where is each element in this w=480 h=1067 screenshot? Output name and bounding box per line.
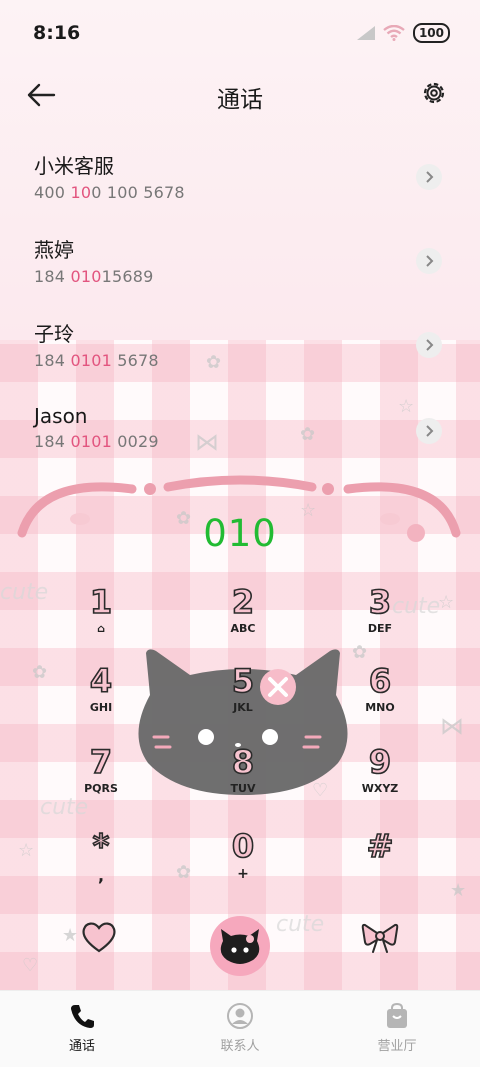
key-hash[interactable]: #	[335, 827, 425, 898]
heart-icon[interactable]	[80, 920, 118, 954]
contact-name: 燕婷	[34, 238, 74, 262]
call-log-item[interactable]: 小米客服 400 100 100 5678	[34, 150, 444, 220]
cat-call-icon	[220, 929, 260, 964]
star-decoration-icon: ☆	[438, 592, 455, 613]
heart-decoration-icon: ♡	[22, 955, 39, 976]
key-4[interactable]: 4 GHI	[56, 662, 146, 733]
call-log-item[interactable]: 燕婷 184 01015689	[34, 234, 444, 304]
battery-indicator: 100	[412, 23, 450, 43]
star-decoration-icon: ★	[450, 880, 467, 901]
key-6[interactable]: 6 MNO	[335, 662, 425, 733]
cute-decoration-text: cute	[276, 912, 325, 937]
contact-name: 子玲	[34, 322, 74, 346]
details-chevron-icon[interactable]	[416, 248, 442, 274]
call-log-item[interactable]: 子玲 184 0101 5678	[34, 318, 444, 388]
details-chevron-icon[interactable]	[416, 418, 442, 444]
dial-input-display: 010	[203, 512, 277, 555]
cute-decoration-text: cute	[0, 580, 49, 605]
phone-number: 400 100 100 5678	[34, 183, 185, 202]
page-title: 通话	[217, 87, 263, 113]
phone-number: 184 0101 0029	[34, 432, 159, 451]
nav-tab-store[interactable]: 营业厅	[352, 1001, 442, 1054]
phone-icon	[71, 1005, 94, 1028]
status-time: 8:16	[33, 22, 81, 44]
details-chevron-icon[interactable]	[416, 164, 442, 190]
key-5[interactable]: 5 JKL	[198, 662, 288, 733]
bow-icon[interactable]	[361, 920, 399, 954]
wifi-icon	[383, 25, 405, 41]
bow-decoration-icon: ⋈	[440, 712, 464, 740]
details-chevron-icon[interactable]	[416, 332, 442, 358]
phone-number: 184 01015689	[34, 267, 154, 286]
star-decoration-icon: ★	[62, 925, 79, 946]
bottom-navigation: 通话 联系人 营业厅	[0, 990, 480, 1067]
status-icons: 100	[356, 23, 450, 43]
signal-icon	[356, 26, 375, 40]
paw-decoration-icon: ✿	[32, 662, 48, 683]
nav-tab-calls[interactable]: 通话	[37, 1001, 127, 1054]
paw-decoration-icon: ✿	[176, 862, 192, 883]
store-icon	[387, 1002, 407, 1028]
call-button[interactable]	[210, 916, 270, 976]
contact-name: 小米客服	[34, 154, 114, 178]
key-0[interactable]: 0 +	[198, 827, 288, 898]
phone-number: 184 0101 5678	[34, 351, 159, 370]
contact-icon	[227, 1003, 253, 1029]
contact-name: Jason	[34, 404, 88, 428]
voicemail-icon: ⌂	[97, 622, 105, 635]
key-3[interactable]: 3 DEF	[335, 583, 425, 654]
call-log-item[interactable]: Jason 184 0101 0029	[34, 404, 444, 474]
key-7[interactable]: 7 PQRS	[56, 743, 146, 814]
key-1[interactable]: 1 ⌂	[56, 583, 146, 654]
key-2[interactable]: 2 ABC	[198, 583, 288, 654]
star-decoration-icon: ☆	[18, 840, 35, 861]
nav-tab-contacts[interactable]: 联系人	[195, 1001, 285, 1054]
key-8[interactable]: 8 TUV	[198, 743, 288, 814]
key-9[interactable]: 9 WXYZ	[335, 743, 425, 814]
gear-icon[interactable]	[420, 79, 448, 107]
key-star[interactable]: * ,	[56, 827, 146, 898]
